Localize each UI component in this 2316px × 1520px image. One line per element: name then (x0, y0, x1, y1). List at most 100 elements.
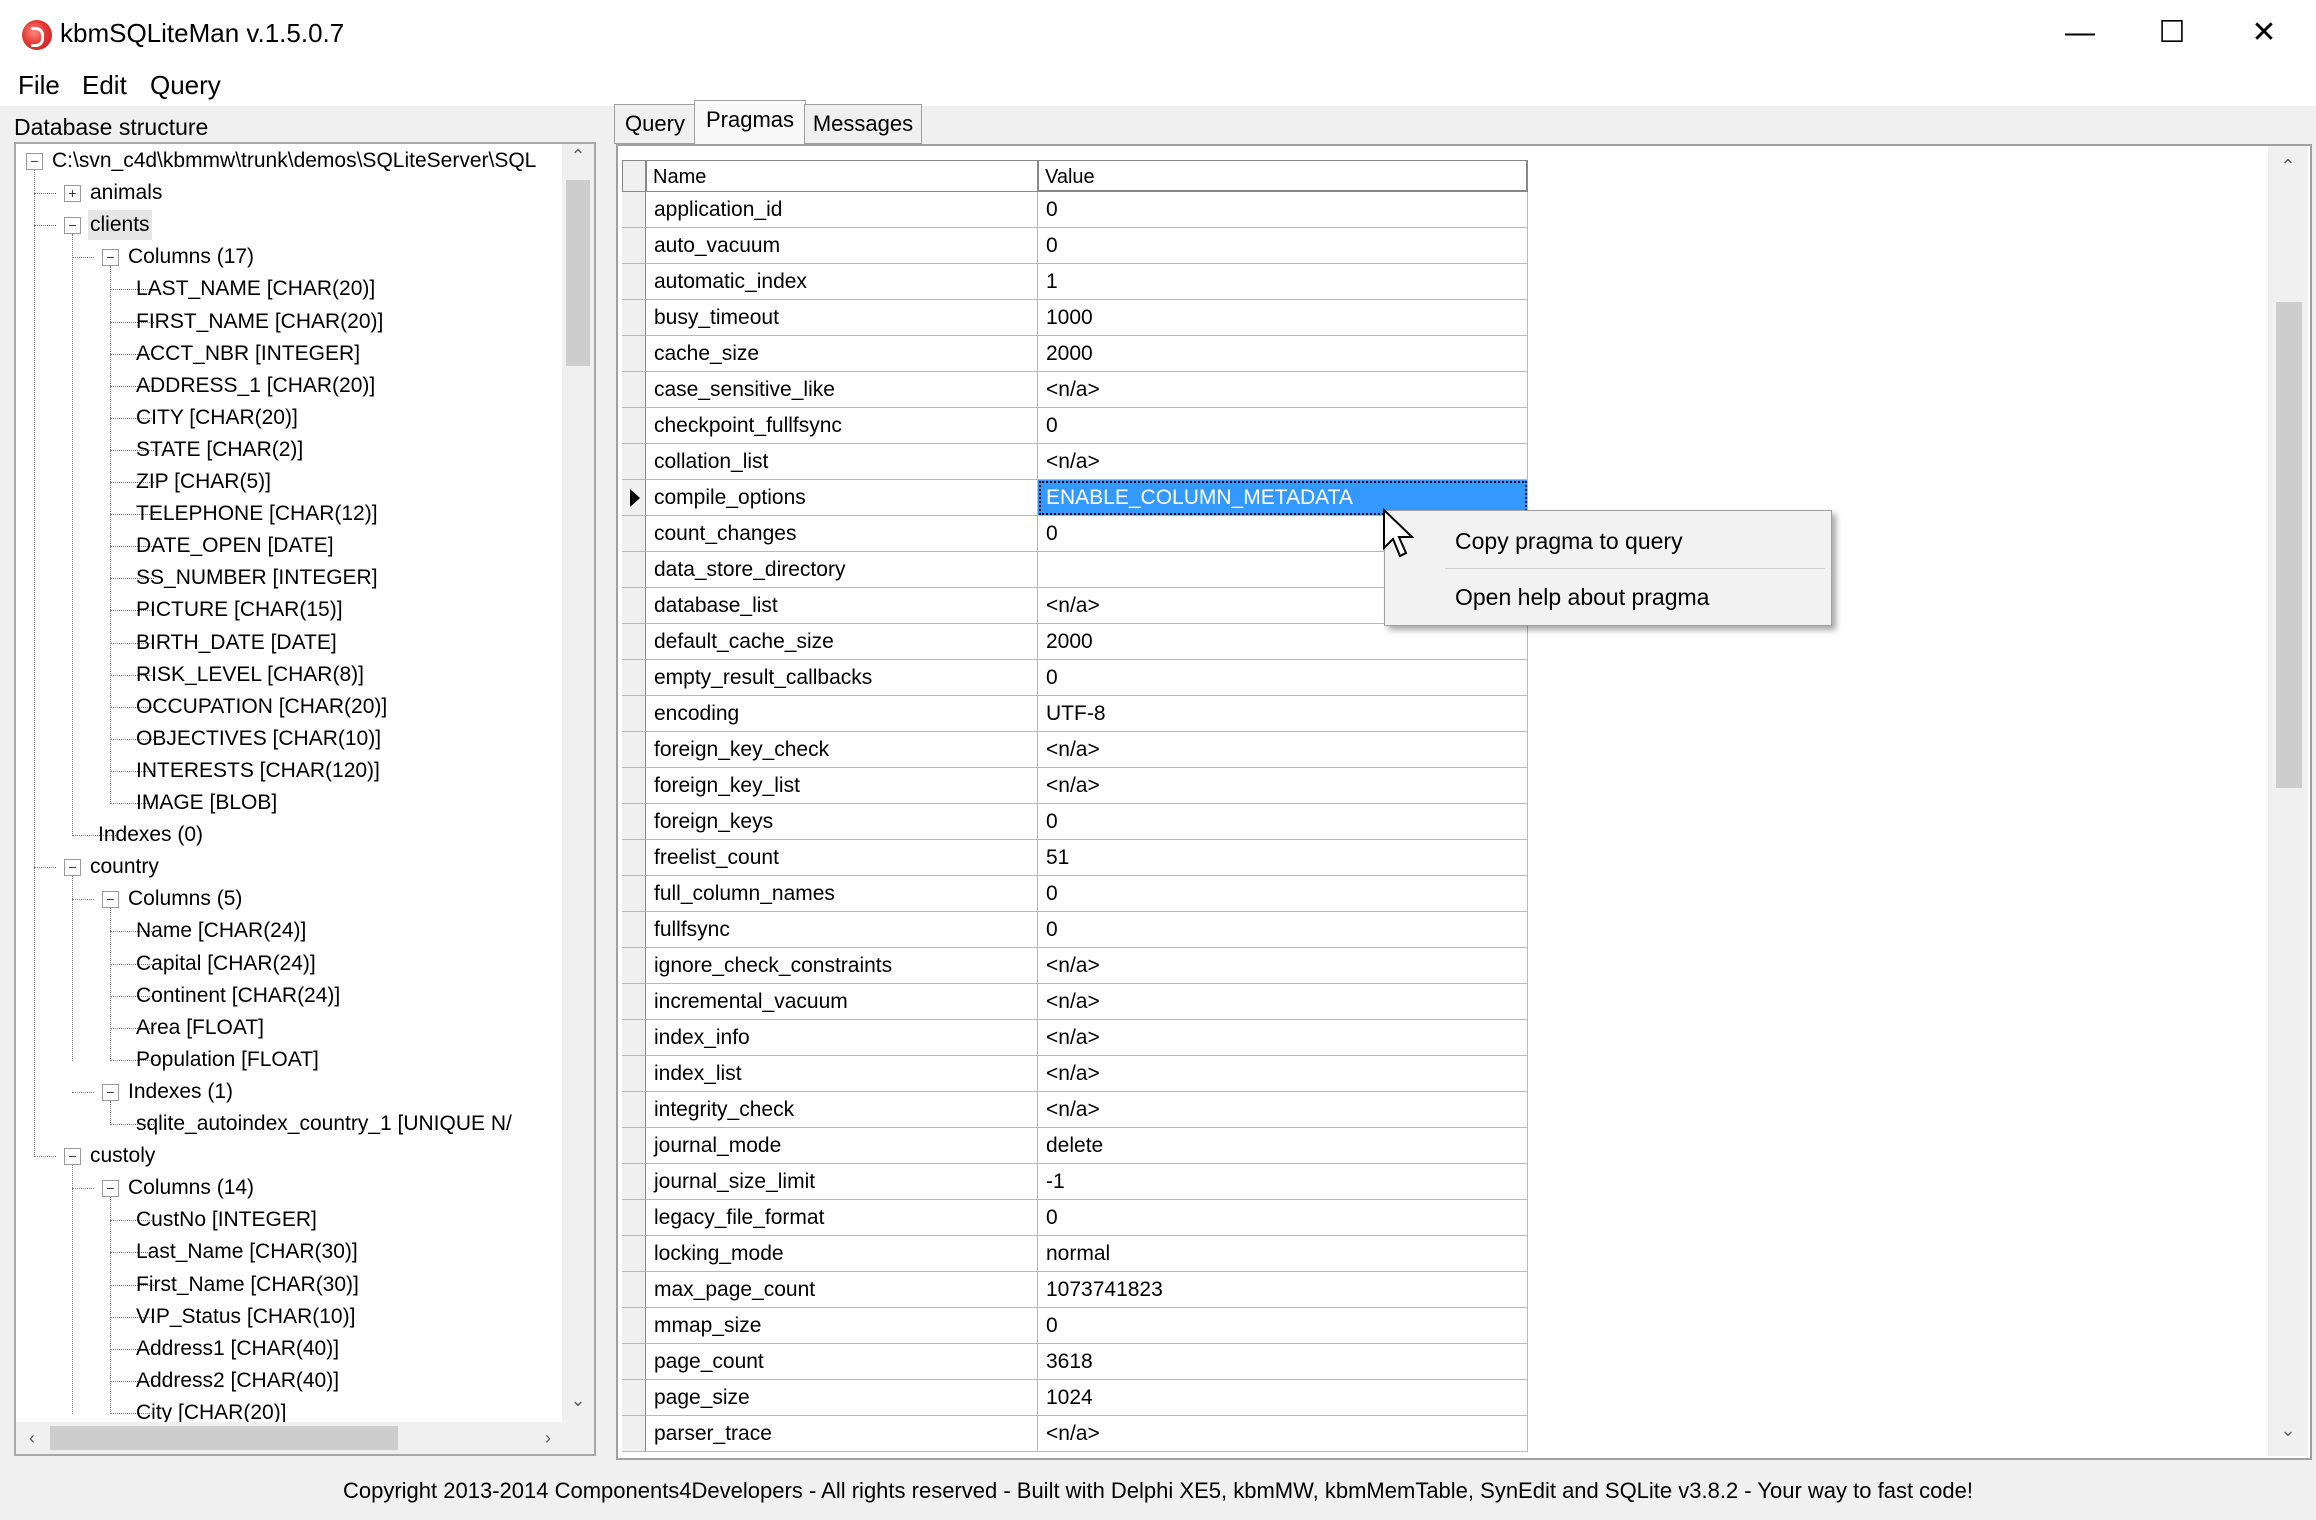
tree-node[interactable]: STATE [CHAR(2)] (16, 435, 561, 465)
pragma-value-cell[interactable]: 0 (1038, 660, 1528, 696)
tab-query[interactable]: Query (614, 104, 696, 144)
grid-row[interactable]: application_id 0 (622, 192, 1528, 228)
pragma-name-cell[interactable]: foreign_key_check (646, 732, 1038, 768)
grid-scroll-up-arrow-icon[interactable]: ⌃ (2268, 156, 2308, 186)
pragma-name-cell[interactable]: page_count (646, 1344, 1038, 1380)
grid-row[interactable]: fullfsync 0 (622, 912, 1528, 948)
collapse-minus-icon[interactable]: − (102, 1180, 119, 1198)
grid-row[interactable]: foreign_key_list <n/a> (622, 768, 1528, 804)
tree-node[interactable]: BIRTH_DATE [DATE] (16, 628, 561, 658)
grid-vertical-scrollbar[interactable]: ⌃ ⌄ (2268, 146, 2308, 1456)
grid-row[interactable]: foreign_keys 0 (622, 804, 1528, 840)
collapse-minus-icon[interactable]: − (26, 153, 43, 170)
pragma-name-cell[interactable]: database_list (646, 588, 1038, 624)
pragma-name-cell[interactable]: incremental_vacuum (646, 984, 1038, 1020)
tree-hscroll-thumb[interactable] (50, 1426, 398, 1450)
grid-row[interactable]: database_list <n/a> (622, 588, 1528, 624)
pragma-name-cell[interactable]: legacy_file_format (646, 1200, 1038, 1236)
grid-row[interactable]: automatic_index 1 (622, 264, 1528, 300)
current-row-indicator-icon[interactable] (622, 480, 646, 516)
grid-row[interactable]: incremental_vacuum <n/a> (622, 984, 1528, 1020)
grid-row[interactable]: empty_result_callbacks 0 (622, 660, 1528, 696)
pragma-name-cell[interactable]: data_store_directory (646, 552, 1038, 588)
tree-node[interactable]: First_Name [CHAR(30)] (16, 1270, 561, 1300)
tree-horizontal-scrollbar[interactable]: ‹ › (16, 1422, 594, 1454)
tab-pragmas[interactable]: Pragmas (694, 100, 806, 145)
pragma-name-cell[interactable]: full_column_names (646, 876, 1038, 912)
grid-row[interactable]: auto_vacuum 0 (622, 228, 1528, 264)
tree-node[interactable]: TELEPHONE [CHAR(12)] (16, 499, 561, 529)
tree-node[interactable]: Continent [CHAR(24)] (16, 981, 561, 1011)
pragma-name-cell[interactable]: index_info (646, 1020, 1038, 1056)
tree-node[interactable]: Area [FLOAT] (16, 1013, 561, 1043)
grid-row[interactable]: parser_trace <n/a> (622, 1416, 1528, 1452)
pragma-value-cell[interactable]: 0 (1038, 228, 1528, 264)
pragma-value-cell[interactable]: <n/a> (1038, 1416, 1528, 1452)
pragma-name-cell[interactable]: mmap_size (646, 1308, 1038, 1344)
tree-node[interactable]: OBJECTIVES [CHAR(10)] (16, 724, 561, 754)
pragma-name-cell[interactable]: empty_result_callbacks (646, 660, 1038, 696)
pragma-value-cell[interactable]: <n/a> (1038, 984, 1528, 1020)
tree-node[interactable]: SS_NUMBER [INTEGER] (16, 563, 561, 593)
pragma-name-cell[interactable]: automatic_index (646, 264, 1038, 300)
pragma-name-cell[interactable]: count_changes (646, 516, 1038, 552)
grid-row[interactable]: mmap_size 0 (622, 1308, 1528, 1344)
pragma-value-cell[interactable]: 0 (1038, 192, 1528, 228)
pragma-name-cell[interactable]: parser_trace (646, 1416, 1038, 1452)
scroll-up-arrow-icon[interactable]: ⌃ (562, 146, 594, 174)
grid-row[interactable]: freelist_count 51 (622, 840, 1528, 876)
pragma-value-cell[interactable]: <n/a> (1038, 372, 1528, 408)
tree-node[interactable]: Name [CHAR(24)] (16, 916, 561, 946)
tree-node[interactable]: − clients (16, 210, 561, 241)
pragma-name-cell[interactable]: case_sensitive_like (646, 372, 1038, 408)
close-button[interactable]: ✕ (2218, 0, 2310, 66)
pragma-name-cell[interactable]: fullfsync (646, 912, 1038, 948)
pragma-name-cell[interactable]: application_id (646, 192, 1038, 228)
menu-file[interactable]: File (14, 70, 64, 101)
grid-row[interactable]: compile_options ENABLE_COLUMN_METADATA (622, 480, 1528, 516)
tree-node[interactable]: ZIP [CHAR(5)] (16, 467, 561, 497)
grid-header-value[interactable]: Value (1038, 160, 1528, 192)
tree-node[interactable]: Last_Name [CHAR(30)] (16, 1237, 561, 1267)
row-indicator[interactable] (622, 1344, 646, 1380)
collapse-minus-icon[interactable]: − (102, 1083, 119, 1101)
tree-node[interactable]: ACCT_NBR [INTEGER] (16, 339, 561, 369)
row-indicator[interactable] (622, 1416, 646, 1452)
row-indicator[interactable] (622, 408, 646, 444)
pragma-name-cell[interactable]: ignore_check_constraints (646, 948, 1038, 984)
tree-node[interactable]: INTERESTS [CHAR(120)] (16, 756, 561, 786)
row-indicator[interactable] (622, 1092, 646, 1128)
pragma-name-cell[interactable]: max_page_count (646, 1272, 1038, 1308)
row-indicator[interactable] (622, 444, 646, 480)
maximize-button[interactable]: ☐ (2126, 0, 2218, 66)
pragma-value-cell[interactable]: delete (1038, 1128, 1528, 1164)
pragma-value-cell[interactable]: <n/a> (1038, 1020, 1528, 1056)
row-indicator[interactable] (622, 840, 646, 876)
open-help-about-pragma-item[interactable]: Open help about pragma (1385, 571, 1831, 623)
pragma-name-cell[interactable]: integrity_check (646, 1092, 1038, 1128)
grid-row[interactable]: data_store_directory (622, 552, 1528, 588)
tree-node[interactable]: IMAGE [BLOB] (16, 788, 561, 818)
collapse-minus-icon[interactable]: − (64, 859, 81, 877)
menu-edit[interactable]: Edit (78, 70, 131, 101)
tree-node[interactable]: Population [FLOAT] (16, 1045, 561, 1075)
grid-row[interactable]: collation_list <n/a> (622, 444, 1528, 480)
grid-row[interactable]: journal_mode delete (622, 1128, 1528, 1164)
pragma-value-cell[interactable]: 1024 (1038, 1380, 1528, 1416)
grid-row[interactable]: busy_timeout 1000 (622, 300, 1528, 336)
tree-scroll-thumb[interactable] (566, 180, 590, 366)
pragma-value-cell[interactable]: <n/a> (1038, 768, 1528, 804)
pragma-name-cell[interactable]: checkpoint_fullfsync (646, 408, 1038, 444)
pragma-name-cell[interactable]: compile_options (646, 480, 1038, 516)
expand-plus-icon[interactable]: + (64, 185, 81, 203)
row-indicator[interactable] (622, 228, 646, 264)
pragma-value-cell[interactable]: normal (1038, 1236, 1528, 1272)
row-indicator[interactable] (622, 1236, 646, 1272)
row-indicator[interactable] (622, 1380, 646, 1416)
grid-row[interactable]: page_count 3618 (622, 1344, 1528, 1380)
scroll-right-arrow-icon[interactable]: › (534, 1424, 562, 1452)
tree-node[interactable]: Address2 [CHAR(40)] (16, 1366, 561, 1396)
pragma-value-cell[interactable]: <n/a> (1038, 1092, 1528, 1128)
collapse-minus-icon[interactable]: − (64, 1148, 81, 1166)
row-indicator[interactable] (622, 624, 646, 660)
